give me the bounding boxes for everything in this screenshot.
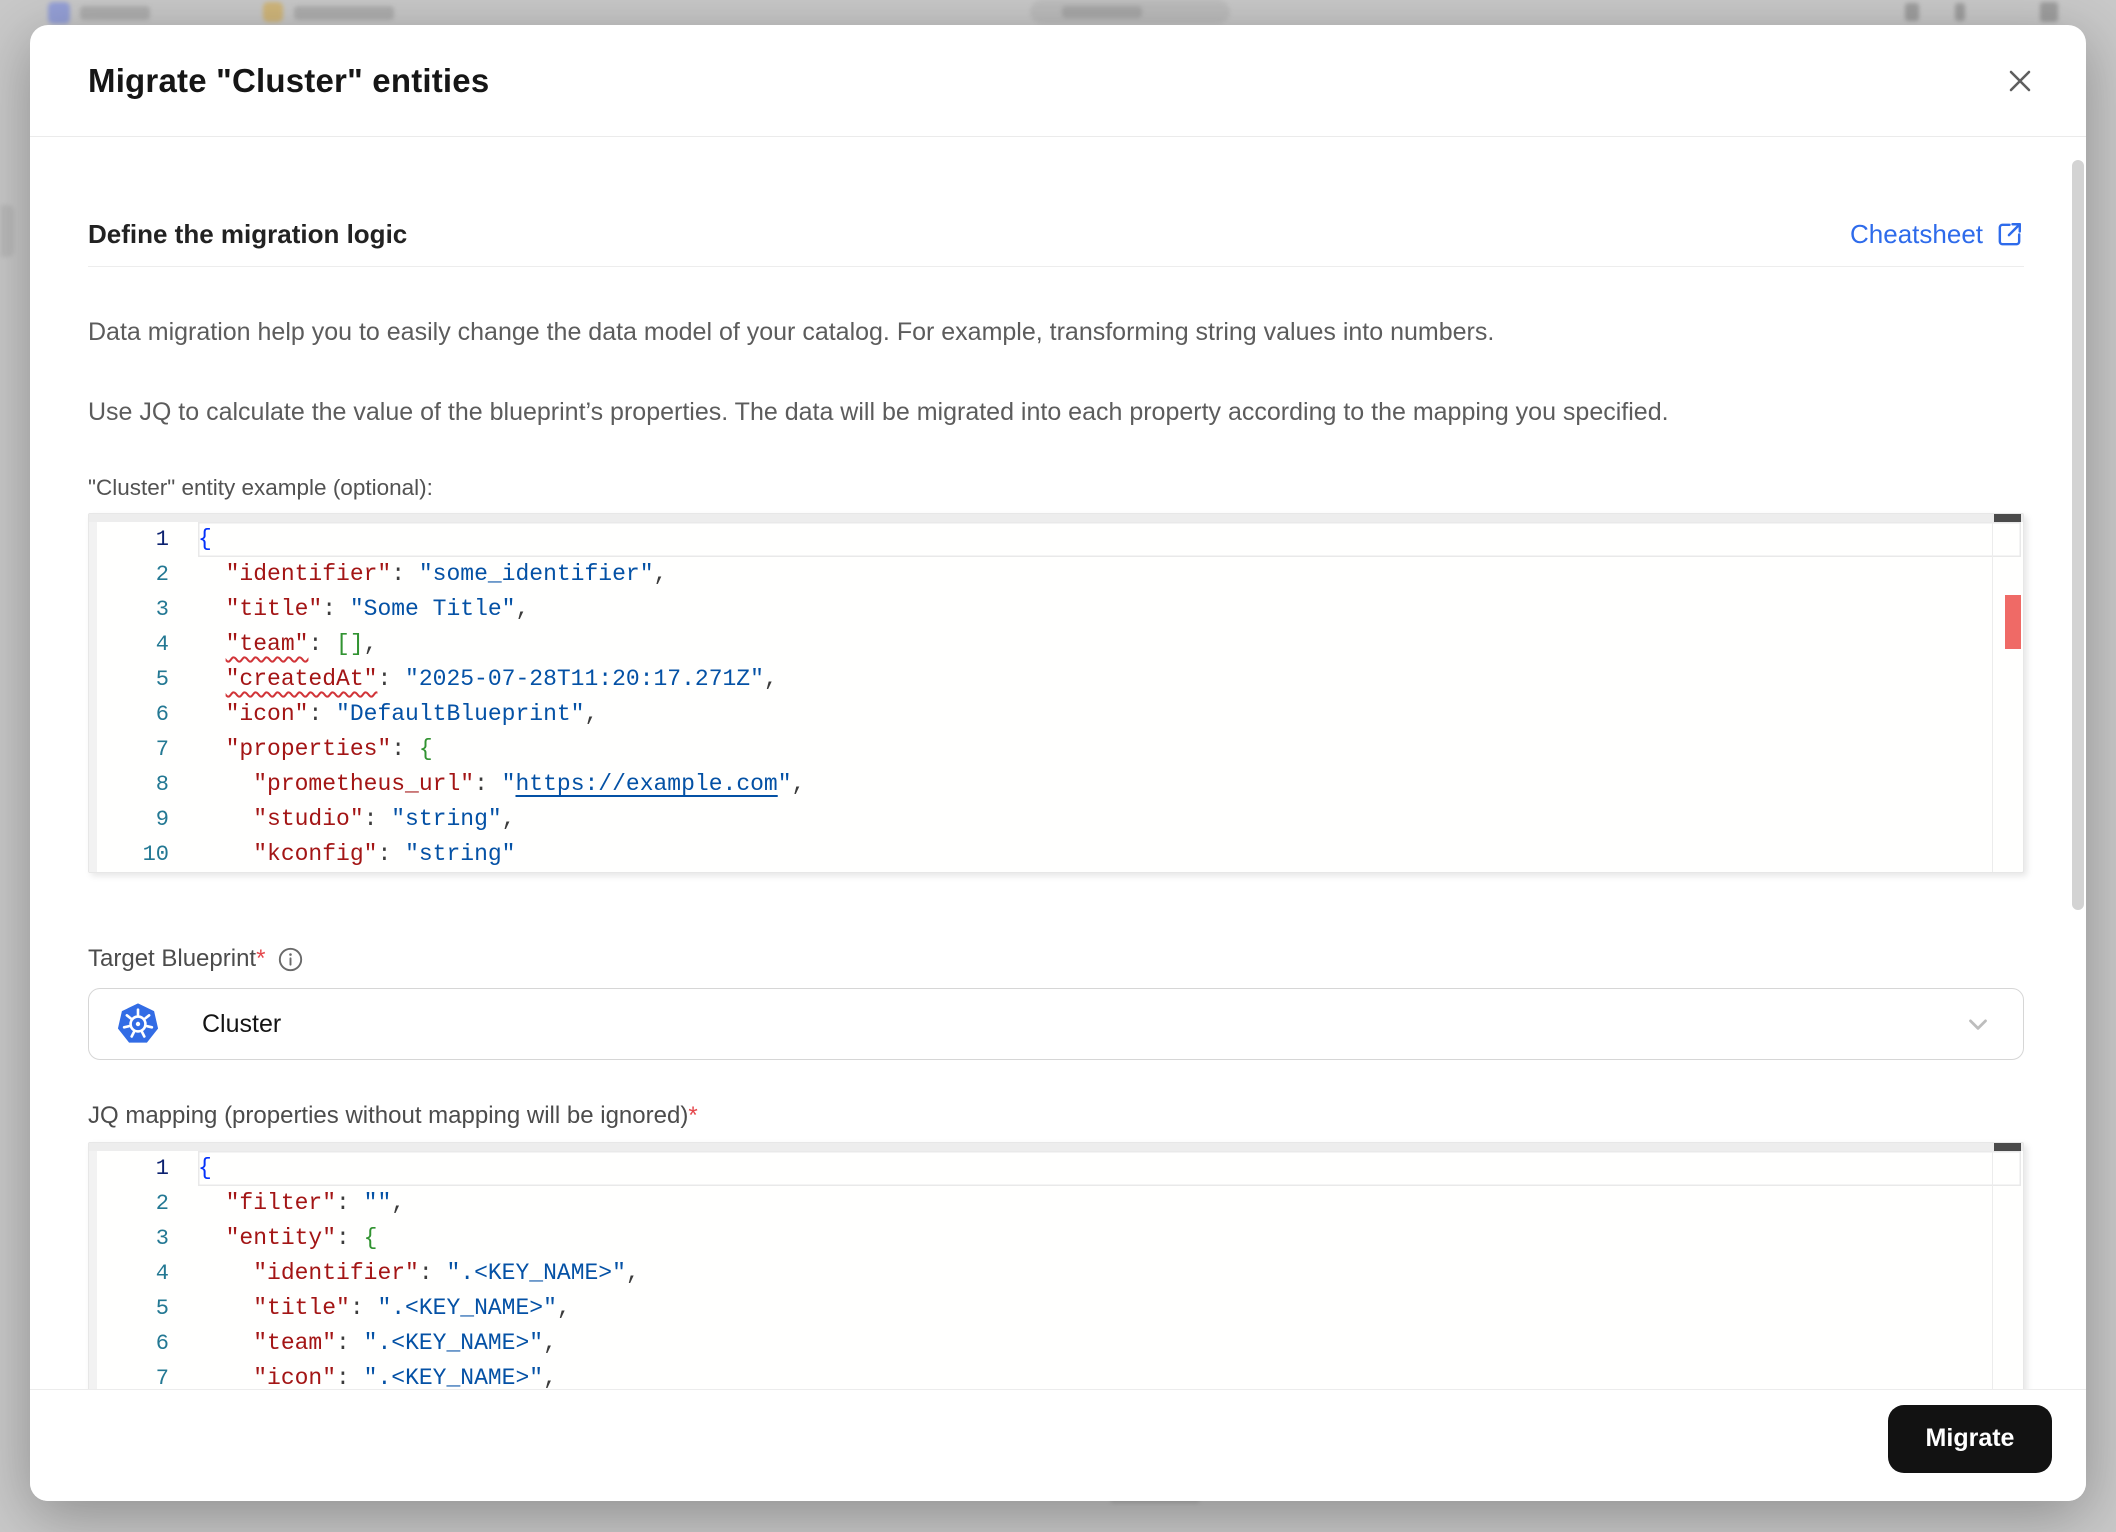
line-number: 3 — [155, 597, 169, 622]
code-line[interactable]: 5 "createdAt": "2025-07-28T11:20:17.271Z… — [89, 662, 2023, 697]
target-blueprint-label: Target Blueprint* — [88, 945, 266, 972]
editor-top-scrollbar-track — [89, 514, 2023, 522]
selected-blueprint-value: Cluster — [202, 1009, 282, 1038]
info-icon[interactable] — [277, 946, 304, 973]
dialog-title: Migrate "Cluster" entities — [88, 61, 490, 99]
required-asterisk: * — [256, 945, 266, 972]
line-number: 5 — [155, 667, 169, 692]
code-line[interactable]: 9 "studio": "string", — [89, 802, 2023, 837]
code-line[interactable]: 10 "kconfig": "string" — [89, 837, 2023, 872]
migrate-button[interactable]: Migrate — [1888, 1404, 2052, 1473]
line-number: 1 — [155, 527, 169, 552]
editor-scrollbar-thumb[interactable] — [1994, 1143, 2021, 1151]
chevron-down-icon[interactable] — [1963, 1009, 1993, 1039]
line-number: 1 — [155, 1156, 169, 1181]
background-catalog-icon — [48, 2, 70, 24]
line-number: 7 — [155, 1366, 169, 1389]
close-button[interactable] — [1994, 55, 2046, 107]
code-line[interactable]: 1{ — [89, 522, 2023, 557]
dialog-scrollbar-thumb[interactable] — [2072, 160, 2084, 910]
line-number: 6 — [155, 702, 169, 727]
editor-overview-ruler — [1992, 1143, 2023, 1389]
line-number: 2 — [155, 1191, 169, 1216]
close-icon — [2009, 70, 2031, 91]
required-asterisk: * — [688, 1102, 698, 1129]
editor-top-scrollbar-track — [89, 1143, 2023, 1151]
dialog-body: Define the migration logic Cheatsheet Da… — [30, 137, 2086, 1389]
editor-scrollbar-thumb[interactable] — [1994, 514, 2021, 522]
code-line[interactable]: 6 "icon": "DefaultBlueprint", — [89, 697, 2023, 732]
dialog-header: Migrate "Cluster" entities — [30, 25, 2086, 137]
code-line[interactable]: 8 "prometheus_url": "https://example.com… — [89, 767, 2023, 802]
line-number: 8 — [155, 772, 169, 797]
line-number: 10 — [142, 842, 169, 867]
line-number: 7 — [155, 737, 169, 762]
external-link-icon — [1998, 223, 2021, 246]
code-line[interactable]: 1{ — [89, 1151, 2023, 1186]
code-line[interactable]: 4 "identifier": ".<KEY_NAME>", — [89, 1256, 2023, 1291]
jq-mapping-label: JQ mapping (properties without mapping w… — [88, 1102, 698, 1129]
code-line[interactable]: 5 "title": ".<KEY_NAME>", — [89, 1291, 2023, 1326]
description-paragraph-2: Use JQ to calculate the value of the blu… — [88, 398, 1669, 426]
code-line[interactable]: 3 "title": "Some Title", — [89, 592, 2023, 627]
description-paragraph-1: Data migration help you to easily change… — [88, 318, 1495, 346]
background-toolbar-item — [1905, 3, 1919, 21]
code-line[interactable]: 7 "properties": { — [89, 732, 2023, 767]
line-number: 9 — [155, 807, 169, 832]
migrate-entities-dialog: Migrate "Cluster" entities Define the mi… — [30, 25, 2086, 1501]
code-line[interactable]: 6 "team": ".<KEY_NAME>", — [89, 1326, 2023, 1361]
background-text-blob — [80, 6, 150, 20]
target-blueprint-select[interactable]: Cluster — [88, 988, 2024, 1060]
dialog-footer: Migrate — [30, 1389, 2086, 1501]
background-toolbar-item — [1955, 3, 1965, 21]
editor-overview-ruler — [1992, 514, 2023, 872]
section-divider — [88, 266, 2024, 267]
background-toolbar-item — [2040, 2, 2058, 22]
background-text-blob — [294, 6, 394, 20]
cheatsheet-link[interactable]: Cheatsheet — [1850, 219, 2024, 250]
line-number: 3 — [155, 1226, 169, 1251]
cheatsheet-label: Cheatsheet — [1850, 219, 1983, 249]
code-line[interactable]: 4 "team": [], — [89, 627, 2023, 662]
line-number: 6 — [155, 1331, 169, 1356]
error-marker — [2005, 595, 2021, 649]
code-line[interactable]: 2 "identifier": "some_identifier", — [89, 557, 2023, 592]
background-sidebar-edge — [0, 205, 14, 257]
code-line[interactable]: 2 "filter": "", — [89, 1186, 2023, 1221]
example-entity-label: "Cluster" entity example (optional): — [88, 475, 433, 500]
jq-mapping-code-editor[interactable]: 1{2 "filter": "", 3 "entity": {4 "identif… — [88, 1142, 2024, 1389]
background-text-blob — [1062, 6, 1142, 18]
line-number: 5 — [155, 1296, 169, 1321]
line-number: 2 — [155, 562, 169, 587]
target-blueprint-label-row: Target Blueprint* — [88, 945, 2024, 973]
section-heading: Define the migration logic — [88, 219, 408, 249]
entity-example-code-editor[interactable]: 1{2 "identifier": "some_identifier", 3 "t… — [88, 513, 2024, 873]
background-self-service-icon — [263, 2, 283, 22]
line-number: 4 — [155, 632, 169, 657]
code-line[interactable]: 7 "icon": ".<KEY_NAME>", — [89, 1361, 2023, 1389]
line-number: 4 — [155, 1261, 169, 1286]
code-line[interactable]: 3 "entity": { — [89, 1221, 2023, 1256]
kubernetes-icon — [116, 1002, 160, 1046]
